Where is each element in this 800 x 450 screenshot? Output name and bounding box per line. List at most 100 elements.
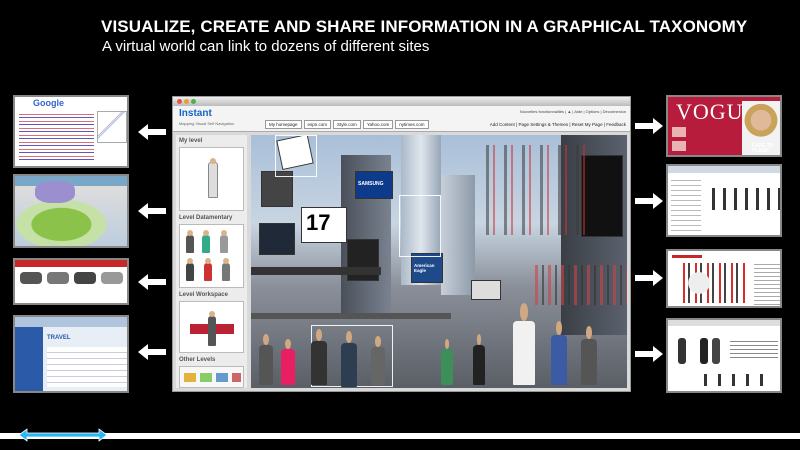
person-figure: [281, 338, 295, 385]
platform: [251, 267, 381, 275]
level-workspace-panel[interactable]: [179, 301, 244, 353]
product-icons: [698, 374, 768, 386]
page-actions[interactable]: Add Content | Page Settings & Themes | R…: [490, 122, 626, 127]
person-figure: [208, 311, 216, 346]
car-image: [20, 272, 42, 284]
billboard-samsung-text: SAMSUNG: [358, 181, 384, 187]
person-figure: [441, 338, 453, 385]
virtual-world-scene[interactable]: 17 SAMSUNG American Eagle: [251, 135, 627, 388]
google-logo: Google: [33, 98, 64, 108]
person-figure: [311, 328, 327, 385]
thumbnail-fashion-store[interactable]: [666, 318, 782, 393]
tab-my-homepage[interactable]: My homepage: [265, 120, 302, 129]
gallery-sidebar: [754, 261, 780, 305]
thumbnail-vogue[interactable]: VOGUE FADE TO FLASH: [666, 95, 782, 157]
my-level-label: My level: [179, 138, 203, 144]
tab-espn[interactable]: espn.com: [303, 120, 332, 129]
billboard-samsung[interactable]: SAMSUNG: [355, 171, 393, 199]
thumbnail-travel[interactable]: TRAVEL: [13, 315, 129, 393]
people-row: [708, 188, 780, 210]
mini-photo: [672, 127, 686, 137]
thumbnail-google[interactable]: Google: [13, 95, 129, 168]
person-figure: [341, 330, 357, 387]
arrow-left-2: [138, 203, 166, 219]
model-figure: [678, 338, 686, 364]
browser-bar: [668, 166, 780, 173]
level-workspace-label: Level Workspace: [179, 292, 228, 298]
slide-title: VISUALIZE, CREATE AND SHARE INFORMATION …: [101, 17, 748, 36]
car-image: [47, 272, 69, 284]
billboard-american-text: American Eagle: [414, 263, 435, 273]
window-titlebar[interactable]: [173, 97, 630, 106]
thumbnail-shopping[interactable]: [666, 164, 782, 237]
timeline-scrollbar[interactable]: [0, 433, 800, 439]
person-figure: [202, 230, 210, 253]
arrow-right-1: [635, 118, 663, 134]
billboard-17[interactable]: 17: [301, 207, 347, 243]
mini-photo: [672, 141, 686, 151]
person-figure: [513, 303, 535, 385]
site-logo-bar: [672, 255, 702, 258]
car-site-header: [15, 260, 127, 267]
floating-screen[interactable]: [259, 223, 295, 255]
tab-style[interactable]: Style.com: [333, 120, 361, 129]
close-icon[interactable]: [177, 99, 182, 104]
thumbnail-car-listings[interactable]: [13, 258, 129, 305]
platform: [251, 313, 451, 319]
other-levels-label: Other Levels: [179, 357, 216, 363]
weather-precip-area: [35, 181, 75, 203]
level-datamentary-label: Level Datamentary: [179, 215, 233, 221]
app-logo-subtitle: Mapping Visual Self Navigation: [179, 121, 235, 126]
level-icon: [184, 373, 196, 382]
app-logo[interactable]: Instant: [179, 108, 212, 119]
billboard-american[interactable]: American Eagle: [411, 253, 443, 283]
level-datamentary-panel[interactable]: [179, 224, 244, 288]
app-window[interactable]: Instant Mapping Visual Self Navigation N…: [172, 96, 631, 392]
arrow-left-3: [138, 274, 166, 290]
fashion-crowd-image: [678, 263, 748, 303]
tab-bar: My homepage espn.com Style.com Yahoo.com…: [265, 120, 429, 129]
vogue-side-text: FADE TO FLASH: [752, 143, 774, 154]
crowd-panel: [531, 265, 627, 305]
tab-nytimes[interactable]: nytimes.com: [395, 120, 429, 129]
car-image: [74, 272, 96, 284]
arrow-left-4: [138, 344, 166, 360]
level-icon: [216, 373, 228, 382]
store-text: [730, 338, 778, 360]
tab-yahoo[interactable]: Yahoo.com: [362, 120, 394, 129]
slide-subtitle: A virtual world can link to dozens of di…: [102, 38, 430, 55]
arrow-right-2: [635, 193, 663, 209]
thumbnail-fashion-gallery[interactable]: [666, 249, 782, 308]
scroll-handle-double-arrow-icon[interactable]: [18, 428, 108, 442]
arrow-right-4: [635, 346, 663, 362]
person-figure: [222, 258, 230, 281]
person-figure: [259, 333, 273, 385]
browser-bar: [668, 320, 780, 326]
crowd-panel: [481, 145, 591, 235]
thumbnail-weather-map[interactable]: [13, 174, 129, 248]
travel-form: [47, 347, 127, 387]
other-levels-panel[interactable]: [179, 366, 244, 388]
car-image: [101, 272, 123, 284]
my-level-panel[interactable]: [179, 147, 244, 211]
level-icon: [232, 373, 241, 382]
search-results: [19, 111, 94, 161]
person-figure: [551, 321, 567, 385]
model-figure: [700, 338, 708, 364]
level-icon: [200, 373, 212, 382]
skyscraper: [441, 175, 475, 295]
browser-bar: [15, 317, 127, 327]
person-figure: [581, 326, 597, 385]
avatar: [208, 158, 218, 198]
arrow-left-1: [138, 124, 166, 140]
floating-screen[interactable]: [471, 280, 501, 300]
person-figure: [473, 333, 485, 385]
person-figure: [204, 258, 212, 281]
person-figure: [186, 230, 194, 253]
selection-box: [275, 135, 317, 177]
minimize-icon[interactable]: [184, 99, 189, 104]
product-list: [671, 176, 701, 231]
person-figure: [220, 230, 228, 253]
top-links[interactable]: Nouvelles fonctionnalités | ▲ | Aide | O…: [520, 109, 626, 114]
maximize-icon[interactable]: [191, 99, 196, 104]
